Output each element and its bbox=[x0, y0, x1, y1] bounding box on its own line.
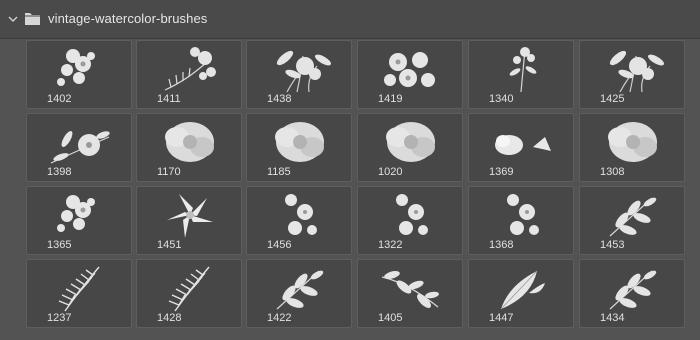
brush-tile-1428[interactable]: 1428 bbox=[136, 259, 242, 328]
brush-tile-1340[interactable]: 1340 bbox=[468, 40, 574, 109]
brush-tile-1411[interactable]: 1411 bbox=[136, 40, 242, 109]
brush-number: 1170 bbox=[157, 166, 181, 178]
brush-number: 1237 bbox=[47, 312, 72, 324]
brush-tile-1365[interactable]: 1365 bbox=[26, 186, 132, 255]
brush-tile-1237[interactable]: 1237 bbox=[26, 259, 132, 328]
brush-preview-bouquet-icon bbox=[609, 50, 664, 93]
chevron-down-icon[interactable] bbox=[7, 13, 19, 25]
brush-preview-spray-icon bbox=[57, 195, 95, 232]
brush-preview-small-blossoms-icon bbox=[285, 194, 317, 235]
brush-preview-peony-icon bbox=[165, 122, 214, 162]
brush-number: 1322 bbox=[378, 239, 403, 251]
folder-icon bbox=[25, 13, 40, 25]
brush-preview-stem-icon bbox=[509, 47, 537, 93]
brush-number: 1422 bbox=[267, 312, 292, 324]
brush-tile-1308[interactable]: 1308 bbox=[579, 113, 685, 182]
brush-tile-1170[interactable]: 1170 bbox=[136, 113, 242, 182]
brush-preview-small-blossoms-icon bbox=[507, 194, 539, 235]
brush-number: 1365 bbox=[47, 239, 72, 251]
brush-tile-1369[interactable]: 1369 bbox=[468, 113, 574, 182]
brush-tile-1456[interactable]: 1456 bbox=[246, 186, 352, 255]
brush-preview-leaves-icon bbox=[609, 197, 657, 237]
brush-number: 1405 bbox=[378, 312, 403, 324]
brush-tile-1419[interactable]: 1419 bbox=[357, 40, 463, 109]
brush-preview-peony-icon bbox=[275, 122, 324, 162]
brush-preview-branch-flower-icon bbox=[50, 131, 110, 164]
brush-number: 1340 bbox=[489, 93, 514, 105]
brush-number: 1425 bbox=[600, 93, 625, 105]
brush-number: 1447 bbox=[489, 312, 514, 324]
brush-number: 1453 bbox=[600, 239, 625, 251]
brush-tile-1402[interactable]: 1402 bbox=[26, 40, 132, 109]
brush-number: 1369 bbox=[489, 166, 514, 178]
brush-tile-1368[interactable]: 1368 bbox=[468, 186, 574, 255]
brush-tile-1451[interactable]: 1451 bbox=[136, 186, 242, 255]
brush-preview-peony-icon bbox=[608, 122, 657, 162]
brush-tile-1185[interactable]: 1185 bbox=[246, 113, 352, 182]
brush-number: 1419 bbox=[378, 93, 403, 105]
brush-number: 1456 bbox=[267, 239, 292, 251]
brush-group-header[interactable]: vintage-watercolor-brushes bbox=[0, 0, 700, 39]
brush-tile-1398[interactable]: 1398 bbox=[26, 113, 132, 182]
brush-preview-fern-icon bbox=[58, 266, 100, 312]
brush-preview-petals-icon bbox=[384, 52, 435, 87]
brush-number: 1185 bbox=[267, 166, 291, 178]
brush-preview-lily-icon bbox=[167, 194, 213, 238]
brush-preview-leaves-icon bbox=[276, 270, 324, 310]
brush-number: 1398 bbox=[47, 166, 72, 178]
brush-tile-1425[interactable]: 1425 bbox=[579, 40, 685, 109]
brush-tile-1020[interactable]: 1020 bbox=[357, 113, 463, 182]
brush-preview-two-buds-icon bbox=[495, 135, 551, 155]
brush-tile-1438[interactable]: 1438 bbox=[246, 40, 352, 109]
brush-preview-spray-icon bbox=[57, 49, 95, 86]
brush-number: 1428 bbox=[157, 312, 182, 324]
brush-number: 1368 bbox=[489, 239, 514, 251]
brush-preview-peony-icon bbox=[386, 122, 435, 162]
brush-tile-1405[interactable]: 1405 bbox=[357, 259, 463, 328]
brush-number: 1411 bbox=[157, 93, 181, 105]
brush-preview-bouquet-icon bbox=[276, 50, 331, 93]
brush-preview-fern-icon bbox=[168, 266, 210, 312]
brush-number: 1308 bbox=[600, 166, 625, 178]
brush-tile-1322[interactable]: 1322 bbox=[357, 186, 463, 255]
brush-tile-1434[interactable]: 1434 bbox=[579, 259, 685, 328]
brush-preview-fern-flowers-icon bbox=[164, 47, 216, 91]
brush-tile-1453[interactable]: 1453 bbox=[579, 186, 685, 255]
brush-preview-leaf-icon bbox=[500, 270, 545, 310]
brush-group-title: vintage-watercolor-brushes bbox=[48, 11, 208, 26]
brush-number: 1451 bbox=[157, 239, 182, 251]
brush-preview-branch-icon bbox=[381, 271, 439, 308]
brush-grid: 1402 1411 1438 1419 1340 1425 1398 1170 1185 1020… bbox=[26, 40, 694, 340]
brush-number: 1020 bbox=[378, 166, 403, 178]
brush-number: 1434 bbox=[600, 312, 625, 324]
brush-number: 1402 bbox=[47, 93, 72, 105]
brush-tile-1422[interactable]: 1422 bbox=[246, 259, 352, 328]
brush-preview-leaves-icon bbox=[609, 270, 657, 310]
brush-preview-small-blossoms-icon bbox=[396, 194, 428, 235]
brush-tile-1447[interactable]: 1447 bbox=[468, 259, 574, 328]
brush-number: 1438 bbox=[267, 93, 292, 105]
